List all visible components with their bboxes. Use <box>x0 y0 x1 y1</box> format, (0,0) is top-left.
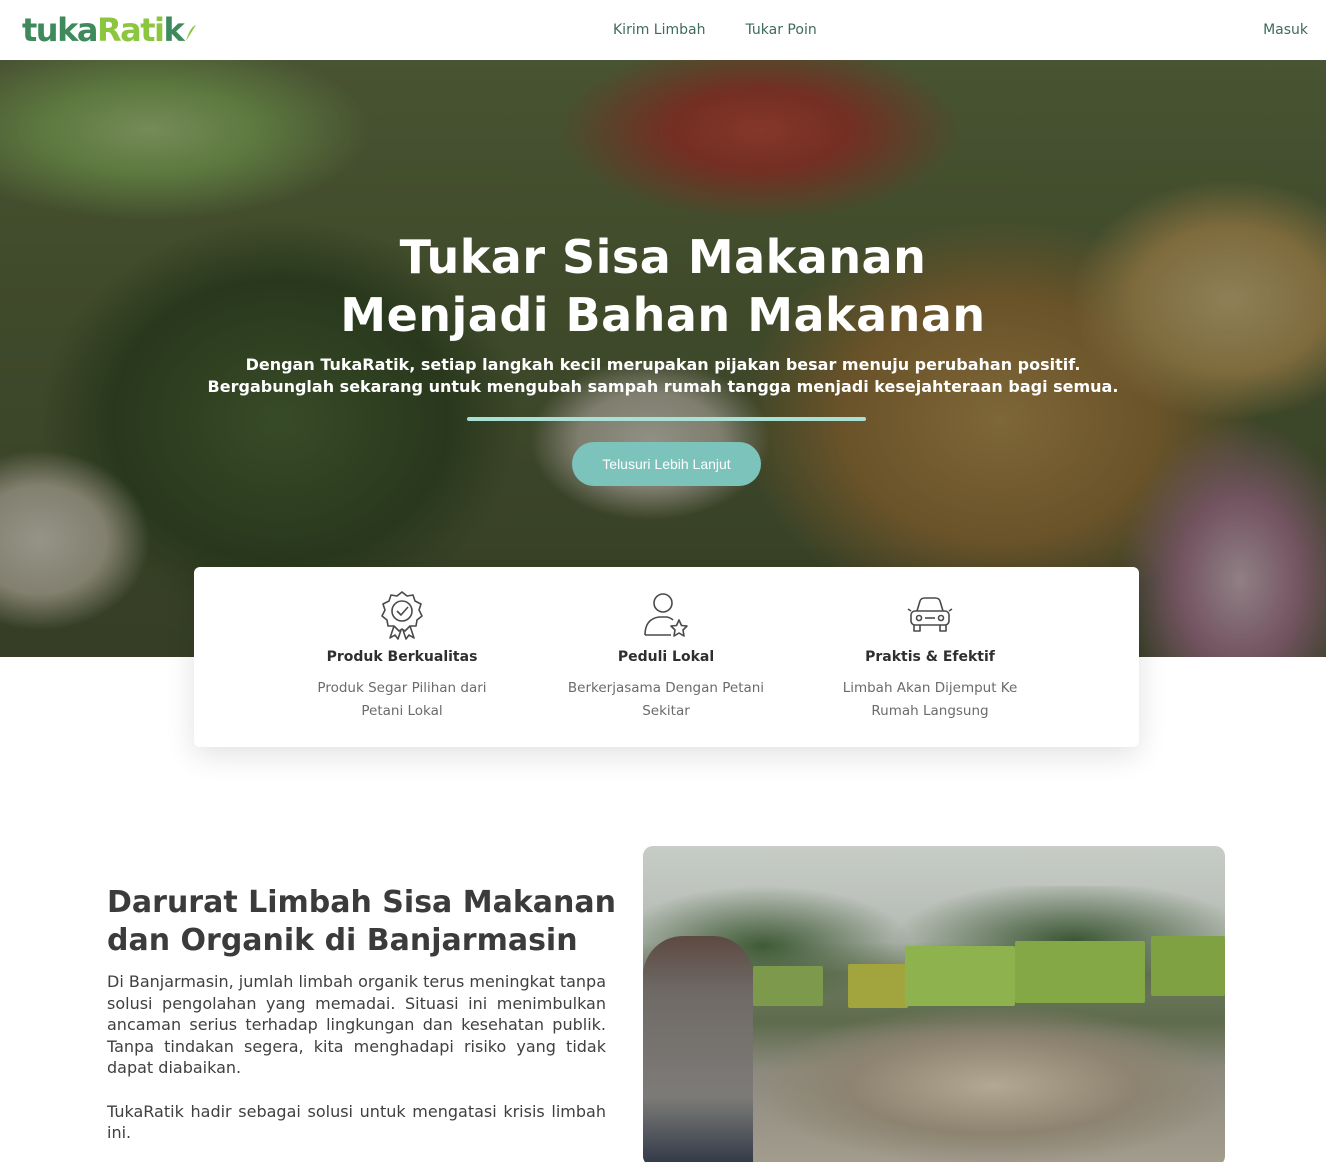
explore-more-button[interactable]: Telusuri Lebih Lanjut <box>572 442 761 486</box>
photo-truck <box>1151 936 1225 996</box>
feature-desc: Berkerjasama Dengan Petani Sekitar <box>546 677 786 723</box>
feature-desc-line1: Berkerjasama Dengan Petani <box>567 680 765 696</box>
feature-desc-line2: Sekitar <box>642 703 690 719</box>
features-card: Produk Berkualitas Produk Segar Pilihan … <box>194 567 1139 747</box>
logo-text-part3: k <box>163 11 184 49</box>
feature-desc-line2: Petani Lokal <box>361 703 443 719</box>
photo-worker <box>643 936 753 1162</box>
hero-subtitle-line2: Bergabunglah sekarang untuk mengubah sam… <box>207 377 1119 396</box>
certificate-badge-icon <box>381 591 423 640</box>
feature-practical: Praktis & Efektif Limbah Akan Dijemput K… <box>810 589 1050 723</box>
leaf-icon <box>186 25 197 41</box>
login-link[interactable]: Masuk <box>1263 0 1308 60</box>
hero-title-line1: Tukar Sisa Makanan <box>399 230 927 284</box>
feature-title: Praktis & Efektif <box>865 649 995 665</box>
feature-desc-line1: Limbah Akan Dijemput Ke <box>842 680 1018 696</box>
section-paragraph: Di Banjarmasin, jumlah limbah organik te… <box>107 972 606 1077</box>
main-nav: Kirim Limbah Tukar Poin <box>613 0 817 60</box>
feature-quality: Produk Berkualitas Produk Segar Pilihan … <box>282 589 522 723</box>
hero-subtitle: Dengan TukaRatik, setiap langkah kecil m… <box>0 354 1326 398</box>
feature-desc: Limbah Akan Dijemput Ke Rumah Langsung <box>810 677 1050 723</box>
nav-kirim-limbah[interactable]: Kirim Limbah <box>613 22 705 38</box>
user-star-icon <box>644 593 688 637</box>
car-icon <box>907 597 953 632</box>
photo-truck <box>1015 941 1145 1003</box>
section-paragraph: TukaRatik hadir sebagai solusi untuk men… <box>107 1101 606 1143</box>
navbar: tuka Rati k Kirim Limbah Tukar Poin Masuk <box>0 0 1326 60</box>
feature-title: Peduli Lokal <box>617 649 715 665</box>
feature-title: Produk Berkualitas <box>326 649 478 665</box>
nav-tukar-poin[interactable]: Tukar Poin <box>745 22 816 38</box>
section-title-line1: Darurat Limbah Sisa Makanan <box>107 885 616 920</box>
hero-divider <box>467 417 866 421</box>
section-title-line2: dan Organik di Banjarmasin <box>107 923 578 958</box>
photo-truck <box>905 946 1015 1006</box>
section-title: Darurat Limbah Sisa Makanan dan Organik … <box>107 884 627 960</box>
feature-desc-line1: Produk Segar Pilihan dari <box>317 680 487 696</box>
hero-subtitle-line1: Dengan TukaRatik, setiap langkah kecil m… <box>245 355 1081 374</box>
feature-desc: Produk Segar Pilihan dari Petani Lokal <box>282 677 522 723</box>
brand-logo[interactable]: tuka Rati k <box>22 11 198 49</box>
logo-text-part2: Rati <box>96 11 165 49</box>
feature-local: Peduli Lokal Berkerjasama Dengan Petani … <box>546 589 786 723</box>
waste-site-photo <box>643 846 1225 1162</box>
hero-title-line2: Menjadi Bahan Makanan <box>340 288 986 342</box>
photo-debris <box>733 1006 1225 1162</box>
photo-truck <box>848 964 908 1008</box>
photo-truck <box>753 966 823 1006</box>
logo-text-part1: tuka <box>22 11 98 49</box>
section-body: Di Banjarmasin, jumlah limbah organik te… <box>107 971 606 1144</box>
feature-desc-line2: Rumah Langsung <box>871 703 989 719</box>
hero-title: Tukar Sisa Makanan Menjadi Bahan Makanan <box>0 228 1326 344</box>
